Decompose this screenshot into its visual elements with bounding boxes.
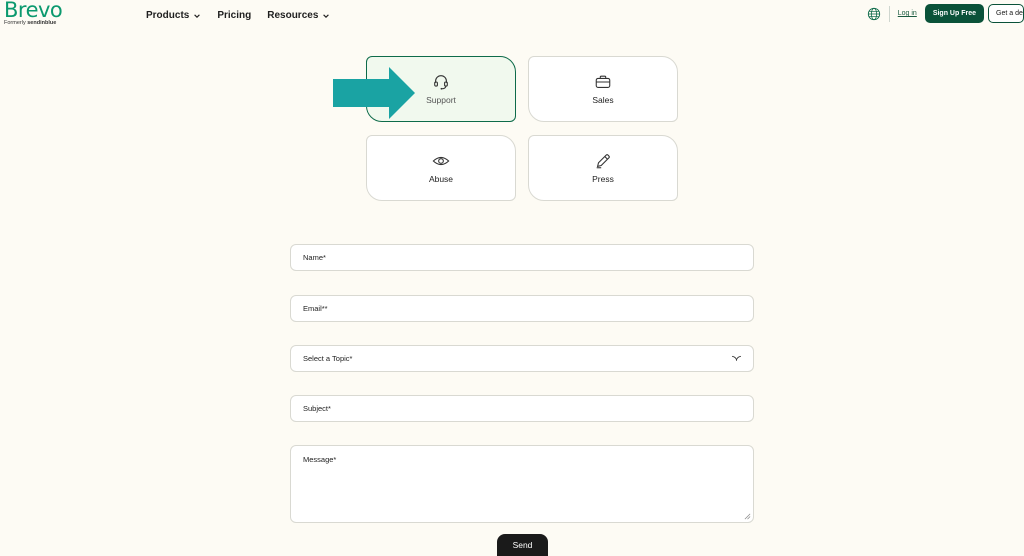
subject-field[interactable]: Subject* [290,395,754,422]
card-abuse-label: Abuse [428,174,454,184]
logo-tagline: Formerly sendinblue [4,20,62,26]
brand-logo[interactable]: Brevo Formerly sendinblue [4,0,63,26]
nav-pricing[interactable]: Pricing [217,10,251,21]
nav-resources-label: Resources [267,10,319,21]
nav-products[interactable]: Products [146,10,201,21]
resize-handle-icon[interactable] [744,513,751,520]
briefcase-icon [595,75,611,88]
chevron-down-icon [323,13,330,18]
topic-select[interactable]: Select a Topic* [290,345,754,372]
card-press-label: Press [592,174,614,184]
nav-pricing-label: Pricing [217,10,252,21]
nav-resources[interactable]: Resources [267,10,330,21]
message-placeholder: Message* [303,455,337,464]
topic-placeholder: Select a Topic* [303,354,353,363]
card-press[interactable]: Press [528,135,678,201]
name-field[interactable]: Name* [290,244,754,271]
logo-sub-brand: sendinblue [27,20,57,26]
signup-button[interactable]: Sign Up Free [924,4,984,23]
login-link[interactable]: Log in [898,10,917,17]
globe-icon[interactable] [867,7,881,21]
headset-icon [434,75,448,90]
card-abuse[interactable]: Abuse [366,135,516,201]
chevron-down-icon [194,13,201,18]
logo-wordmark: Brevo [4,0,63,22]
card-support-label: Support [426,95,456,105]
name-placeholder: Name* [303,253,326,262]
get-demo-button[interactable]: Get a demo [988,4,1024,23]
logo-sub-prefix: Formerly [4,20,26,26]
card-sales-label: Sales [592,95,614,105]
main-nav: Products Pricing Resources [146,10,346,21]
message-field[interactable]: Message* [290,445,754,523]
send-button[interactable]: Send [497,534,548,556]
subject-placeholder: Subject* [303,404,331,413]
email-field[interactable]: Email** [290,295,754,322]
nav-products-label: Products [146,10,190,21]
header-actions: Log in Sign Up Free Get a demo [867,4,1024,23]
card-sales[interactable]: Sales [528,56,678,122]
eye-icon [432,156,450,166]
email-placeholder: Email** [303,304,328,313]
pencil-icon [596,154,610,169]
header-divider [888,5,890,22]
chevron-down-icon [732,355,741,361]
arrow-right-icon [333,67,415,119]
